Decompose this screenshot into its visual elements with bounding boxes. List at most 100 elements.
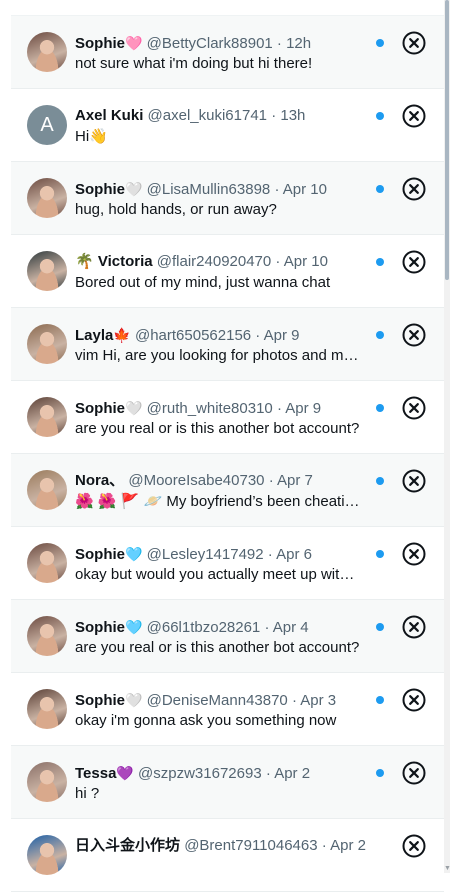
avatar[interactable] — [27, 835, 67, 875]
sender-line: Sophie🤍 @LisaMullin63898 · Apr 10 — [75, 179, 378, 200]
conversation-row[interactable]: Tessa💜 @szpzw31672693 · Apr 2 hi ? — [11, 746, 444, 819]
dismiss-button[interactable] — [402, 469, 426, 493]
dismiss-button[interactable] — [402, 834, 426, 858]
sender-handle: @LisaMullin63898 — [146, 181, 271, 198]
conversation-row[interactable]: A Axel Kuki @axel_kuki61741 · 13h Hi👋 — [11, 89, 444, 162]
dismiss-button[interactable] — [402, 396, 426, 420]
message-preview: vim Hi, are you looking for photos and m… — [75, 347, 362, 364]
scrollbar[interactable]: ▼ — [444, 0, 450, 873]
avatar[interactable]: A — [27, 105, 67, 145]
conversation-row[interactable]: Layla🍁 @hart650562156 · Apr 9 vim Hi, are… — [11, 308, 444, 381]
message-preview: not sure what i'm doing but hi there! — [75, 55, 313, 72]
close-circle-icon — [402, 396, 426, 420]
dismiss-button[interactable] — [402, 177, 426, 201]
sender-handle: @flair240920470 — [156, 253, 272, 270]
sender-line: Sophie🤍 @DeniseMann43870 · Apr 3 — [75, 690, 378, 711]
separator-dot: · — [321, 837, 327, 854]
avatar[interactable] — [27, 689, 67, 729]
separator-dot: · — [265, 765, 271, 782]
sender-handle: @BettyClark88901 — [146, 35, 273, 52]
dismiss-button[interactable] — [402, 688, 426, 712]
sender-name: 日入斗金小作坊 — [75, 837, 181, 854]
message-preview: are you real or is this another bot acco… — [75, 420, 360, 437]
separator-dot: · — [268, 472, 274, 489]
close-circle-icon — [402, 250, 426, 274]
sender-handle: @szpzw31672693 — [138, 765, 262, 782]
sender-line: 日入斗金小作坊 @Brent7911046463 · Apr 2 — [75, 836, 378, 856]
sender-handle: @MooreIsabe40730 — [128, 472, 265, 489]
dismiss-button[interactable] — [402, 250, 426, 274]
sender-line: Nora、 @MooreIsabe40730 · Apr 7 — [75, 471, 378, 491]
close-circle-icon — [402, 31, 426, 55]
sender-name: Sophie — [75, 546, 126, 563]
separator-dot: · — [291, 692, 297, 709]
conversation-row[interactable]: Sophie🤍 @LisaMullin63898 · Apr 10 hug, ho… — [11, 162, 444, 235]
dismiss-button[interactable] — [402, 615, 426, 639]
dismiss-button[interactable] — [402, 542, 426, 566]
avatar[interactable] — [27, 178, 67, 218]
separator-dot: · — [255, 327, 261, 344]
name-emoji: 🩷 — [125, 35, 143, 51]
unread-dot-icon — [376, 623, 384, 631]
dismiss-button[interactable] — [402, 31, 426, 55]
name-emoji: 🤍 — [125, 692, 143, 708]
avatar[interactable] — [27, 762, 67, 802]
timestamp: 13h — [280, 107, 306, 124]
sender-line: Sophie🤍 @ruth_white80310 · Apr 9 — [75, 398, 378, 419]
close-circle-icon — [402, 688, 426, 712]
scroll-down-arrow-icon[interactable]: ▼ — [444, 865, 450, 873]
message-preview: okay i'm gonna ask you something now — [75, 712, 337, 729]
sender-line: Axel Kuki @axel_kuki61741 · 13h — [75, 106, 378, 126]
conversation-row[interactable]: Nora、 @MooreIsabe40730 · Apr 7 🌺 🌺 🚩 🪐 My… — [11, 454, 444, 527]
conversation-row[interactable]: Sophie🩵 @66l1tbzo28261 · Apr 4 are you re… — [11, 600, 444, 673]
sender-name: Sophie — [75, 35, 126, 52]
conversation-row[interactable]: Sophie🤍 @ruth_white80310 · Apr 9 are you … — [11, 381, 444, 454]
unread-dot-icon — [376, 696, 384, 704]
conversation-row[interactable]: Sophie🩷 @BettyClark88901 · 12h not sure w… — [11, 16, 444, 89]
sender-line: Sophie🩷 @BettyClark88901 · 12h — [75, 33, 378, 54]
dismiss-button[interactable] — [402, 761, 426, 785]
name-emoji: 🩵 — [125, 619, 143, 635]
timestamp: Apr 10 — [283, 253, 328, 270]
message-preview: 🌺 🌺 🚩 🪐 My boyfriend’s been cheating on … — [75, 493, 362, 510]
separator-dot: · — [274, 181, 280, 198]
sender-name: 🌴 Victoria — [75, 253, 153, 270]
close-circle-icon — [402, 177, 426, 201]
message-preview: are you real or is this another bot acco… — [75, 639, 360, 656]
top-strip — [11, 0, 444, 16]
unread-dot-icon — [376, 550, 384, 558]
sender-handle: @axel_kuki61741 — [147, 107, 268, 124]
unread-dot-icon — [376, 769, 384, 777]
dismiss-button[interactable] — [402, 104, 426, 128]
avatar[interactable] — [27, 324, 67, 364]
sender-name: Nora、 — [75, 472, 125, 489]
dismiss-button[interactable] — [402, 323, 426, 347]
conversation-row[interactable]: Sophie🩵 @Lesley1417492 · Apr 6 okay but w… — [11, 527, 444, 600]
sender-line: Sophie🩵 @Lesley1417492 · Apr 6 — [75, 544, 378, 565]
avatar[interactable] — [27, 32, 67, 72]
separator-dot: · — [276, 35, 282, 52]
message-preview: Bored out of my mind, just wanna chat — [75, 274, 331, 291]
conversation-row[interactable]: Sophie🤍 @DeniseMann43870 · Apr 3 okay i'm… — [11, 673, 444, 746]
sender-name: Sophie — [75, 619, 126, 636]
timestamp: Apr 4 — [272, 619, 309, 636]
avatar[interactable] — [27, 616, 67, 656]
unread-dot-icon — [376, 477, 384, 485]
name-emoji: 🤍 — [125, 400, 143, 416]
avatar[interactable] — [27, 543, 67, 583]
avatar[interactable] — [27, 397, 67, 437]
timestamp: Apr 3 — [300, 692, 337, 709]
avatar[interactable] — [27, 470, 67, 510]
sender-handle: @Brent7911046463 — [184, 837, 318, 854]
sender-handle: @Lesley1417492 — [146, 546, 264, 563]
conversation-row[interactable]: 🌴 Victoria @flair240920470 · Apr 10 Bored… — [11, 235, 444, 308]
avatar[interactable] — [27, 251, 67, 291]
timestamp: Apr 6 — [276, 546, 312, 563]
conversation-row[interactable]: 日入斗金小作坊 @Brent7911046463 · Apr 2 — [11, 819, 444, 892]
close-circle-icon — [402, 469, 426, 493]
scrollbar-thumb[interactable] — [445, 0, 449, 280]
separator-dot: · — [275, 253, 281, 270]
sender-handle: @ruth_white80310 — [146, 400, 273, 417]
sender-line: 🌴 Victoria @flair240920470 · Apr 10 — [75, 252, 378, 272]
close-circle-icon — [402, 615, 426, 639]
